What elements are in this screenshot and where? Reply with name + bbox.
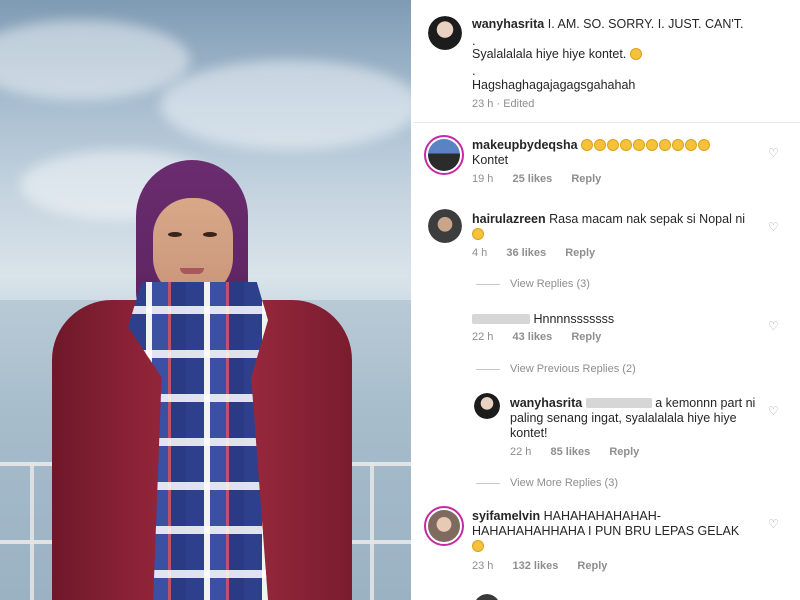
comment-meta: 19 h 25 likes Reply (472, 173, 601, 185)
laughing-emoji-icon (672, 139, 685, 151)
caption-text: I. AM. SO. SORRY. I. JUST. CAN'T. (547, 17, 744, 31)
comment-username[interactable]: wanyhasrita (510, 396, 582, 410)
caption-edited: Edited (503, 98, 535, 110)
comment-meta: 22 h 43 likes Reply (472, 331, 601, 343)
eye (203, 232, 217, 237)
comment-text: Kontet (472, 153, 509, 167)
caption-line-2: Syalalalala hiye hiye kontet. (472, 46, 643, 62)
reply-button[interactable]: Reply (609, 446, 639, 458)
laughing-emoji-icon (472, 228, 484, 240)
comment-text: HAHAHAHAHHAHA I PUN BRU LEPAS GELAK (472, 524, 740, 538)
heart-outline-icon[interactable]: ♡ (768, 147, 780, 159)
comment-text: paling senang ingat, syalalalala hiye hi… (510, 411, 737, 425)
heart-outline-icon[interactable]: ♡ (768, 221, 780, 233)
view-more-replies-button[interactable]: View More Replies (3) (510, 477, 618, 489)
reply-button[interactable]: Reply (571, 331, 601, 343)
comment-3-line-1: Hnnnnsssssss (472, 311, 614, 327)
likes-count[interactable]: 43 likes (512, 331, 552, 343)
avatar[interactable] (428, 16, 462, 50)
laughing-emoji-icon (685, 139, 698, 151)
likes-count[interactable]: 132 likes (512, 560, 558, 572)
caption-time: 23 h (472, 98, 494, 110)
comment-text: HAHAHAHAHAHAH- (543, 509, 661, 523)
comment-meta: 22 h 85 likes Reply (510, 446, 639, 458)
caption-text: Syalalalala hiye hiye kontet. (472, 47, 627, 61)
comment-time: 23 h (472, 560, 494, 572)
comment-2-line-1: hairulazreen Rasa macam nak sepak si Nop… (472, 211, 745, 227)
view-previous-replies-button[interactable]: View Previous Replies (2) (510, 363, 636, 375)
railing-post (30, 462, 34, 600)
post-caption: wanyhasrita I. AM. SO. SORRY. I. JUST. C… (413, 0, 800, 123)
emoji-row (581, 138, 711, 152)
reply-button[interactable]: Reply (577, 560, 607, 572)
post-photo (0, 0, 411, 600)
avatar[interactable] (424, 506, 464, 546)
avatar[interactable] (428, 209, 462, 243)
reply-button[interactable]: Reply (571, 173, 601, 185)
caption-username[interactable]: wanyhasrita (472, 17, 544, 31)
comment-username[interactable]: hairulazreen (472, 212, 546, 226)
comment-5-line-1: syifamelvin HAHAHAHAHAHAH- (472, 508, 661, 524)
view-replies-button[interactable]: View Replies (3) (510, 278, 590, 290)
likes-count[interactable]: 85 likes (550, 446, 590, 458)
comment-time: 4 h (472, 247, 488, 259)
comment-time: 22 h (510, 446, 532, 458)
laughing-emoji-icon (633, 139, 646, 151)
laughing-emoji-icon (646, 139, 659, 151)
heart-outline-icon[interactable]: ♡ (768, 518, 780, 530)
avatar[interactable] (424, 135, 464, 175)
laughing-emoji-icon (620, 139, 633, 151)
comment-meta: 23 h 132 likes Reply (472, 560, 607, 572)
comment-4-line-1: wanyhasrita a kemonnn part ni (510, 395, 755, 411)
likes-count[interactable]: 36 likes (506, 247, 546, 259)
heart-outline-icon[interactable]: ♡ (768, 320, 780, 332)
comment-meta: 4 h 36 likes Reply (472, 247, 595, 259)
comment-text: a kemonnn part ni (655, 396, 756, 410)
redacted-mention (585, 398, 652, 408)
laughing-emoji-icon (698, 139, 711, 151)
comment-2-line-2 (472, 226, 485, 242)
avatar[interactable] (474, 594, 500, 600)
reply-button[interactable]: Reply (565, 247, 595, 259)
laughing-emoji-icon (594, 139, 607, 151)
comment-username[interactable]: makeupbydeqsha (472, 138, 578, 152)
caption-meta: 23 h · Edited (472, 98, 535, 110)
laughing-emoji-icon (659, 139, 672, 151)
likes-count[interactable]: 25 likes (512, 173, 552, 185)
laughing-emoji-icon (629, 48, 642, 60)
comment-1-line-1: makeupbydeqsha (472, 137, 711, 153)
smile (180, 268, 204, 274)
comment-text: Rasa macam nak sepak si Nopal ni (549, 212, 746, 226)
comment-username[interactable]: syifamelvin (472, 509, 540, 523)
comment-text: Hnnnnsssssss (533, 312, 615, 326)
avatar[interactable] (474, 393, 500, 419)
cloud (160, 60, 411, 150)
heart-outline-icon[interactable]: ♡ (768, 405, 780, 417)
laughing-emoji-icon (472, 540, 484, 552)
cloud (0, 20, 190, 100)
caption-line-3: Hagshaghagajagagsgahahah (472, 78, 636, 92)
comment-time: 19 h (472, 173, 494, 185)
comments-panel: wanyhasrita I. AM. SO. SORRY. I. JUST. C… (413, 0, 800, 600)
comment-time: 22 h (472, 331, 494, 343)
redacted-username (472, 314, 530, 324)
eye (168, 232, 182, 237)
laughing-emoji-icon (607, 139, 620, 151)
laughing-emoji-icon (581, 139, 594, 151)
railing-post (370, 462, 374, 600)
caption-line-1: wanyhasrita I. AM. SO. SORRY. I. JUST. C… (472, 16, 743, 32)
comment-text: kontet! (510, 426, 548, 440)
comment-5-line-3 (472, 538, 485, 554)
